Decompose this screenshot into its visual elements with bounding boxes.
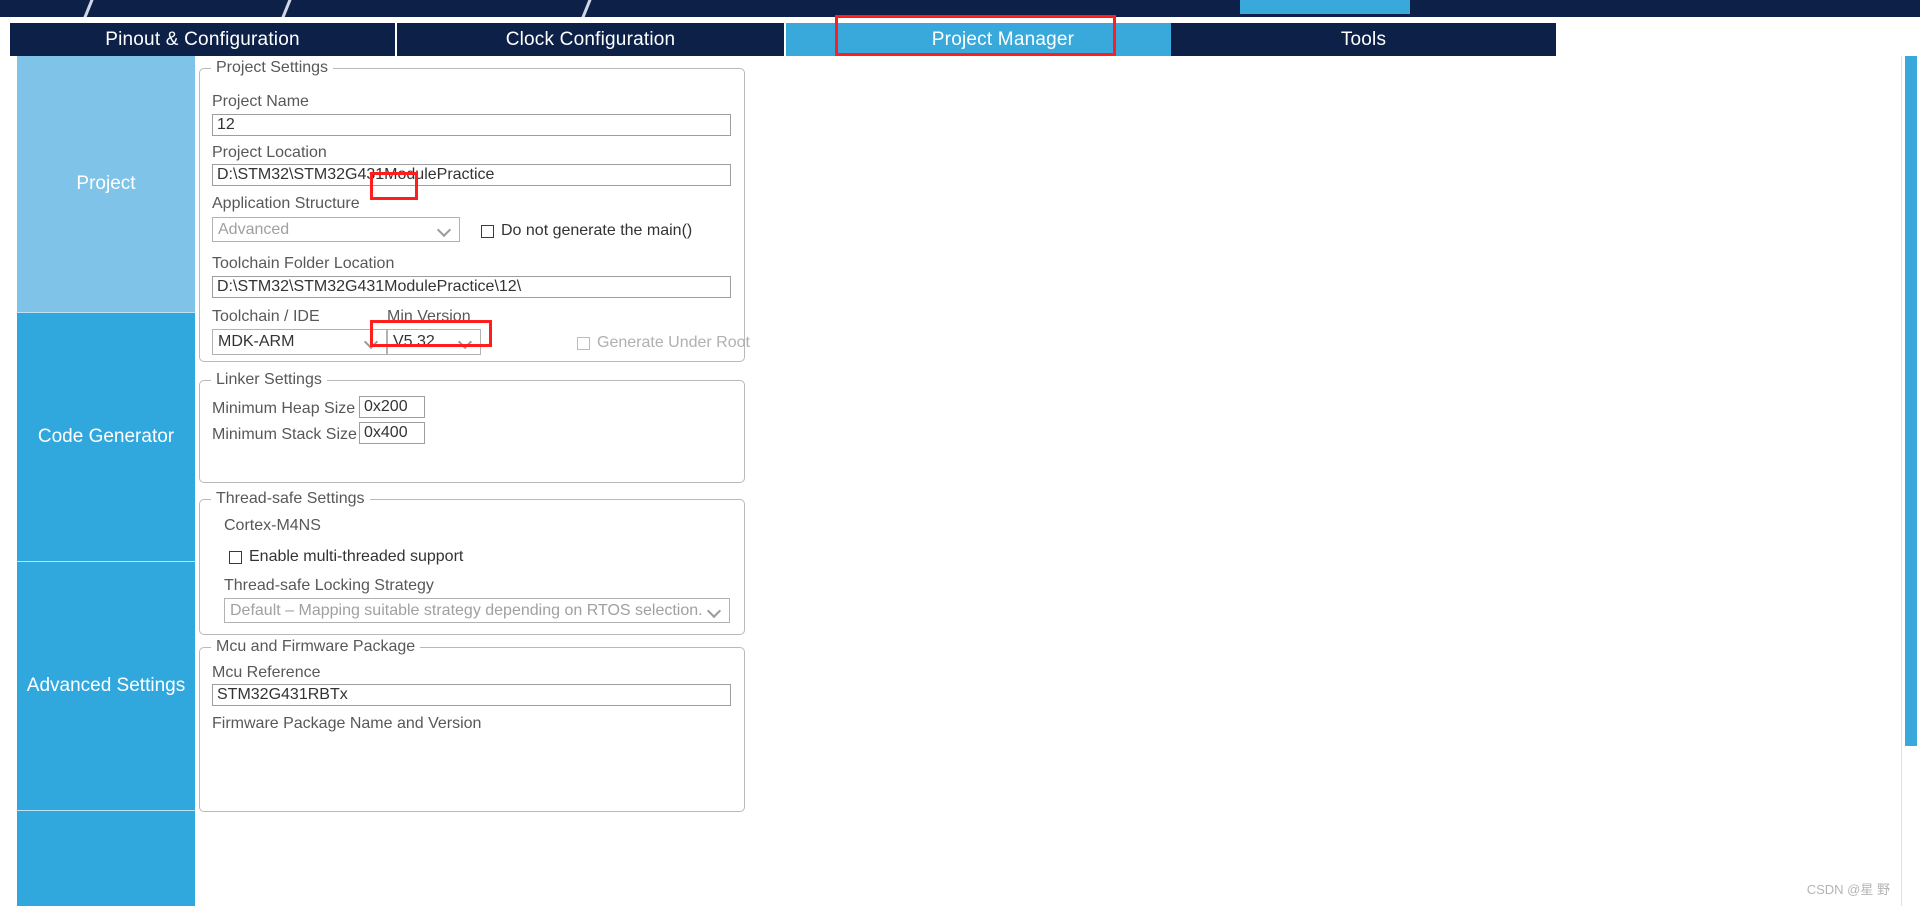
vertical-scrollbar-thumb[interactable] (1905, 56, 1917, 746)
combo-min-version-value: V5.32 (393, 333, 435, 350)
label-min-version: Min Version (387, 308, 471, 325)
group-legend-mcu-and-firmware-package: Mcu and Firmware Package (211, 638, 421, 656)
project-manager-sidebar: Project Code Generator Advanced Settings (17, 56, 195, 906)
group-thread-safe-settings: Thread-safe Settings Cortex-M4NS Enable … (199, 490, 745, 635)
window-chrome-strip (0, 0, 1920, 17)
tab-gap-filler (1113, 23, 1171, 56)
combo-toolchain-ide-value: MDK-ARM (218, 333, 295, 350)
chevron-down-icon (366, 336, 377, 347)
label-project-location: Project Location (212, 144, 327, 161)
input-toolchain-folder-location[interactable]: D:\STM32\STM32G431ModulePractice\12\ (212, 276, 731, 298)
checkbox-generate-under-root[interactable]: Generate Under Root (577, 334, 750, 352)
chevron-down-icon (439, 224, 450, 235)
project-settings-panel: Project Settings Project Name 12 Project… (195, 56, 1885, 906)
label-project-name: Project Name (212, 93, 309, 110)
body-area: Project Code Generator Advanced Settings… (0, 56, 1920, 906)
sidebar-item-advanced-settings[interactable]: Advanced Settings (17, 561, 195, 810)
chevron-down-icon (460, 336, 471, 347)
combo-application-structure-value: Advanced (218, 220, 290, 238)
label-firmware-package-name-and-version: Firmware Package Name and Version (212, 715, 482, 732)
sidebar-item-label: Code Generator (37, 426, 175, 447)
input-minimum-heap-size[interactable]: 0x200 (359, 396, 425, 418)
label-core-name: Cortex-M4NS (224, 517, 321, 534)
sidebar-item-label: Advanced Settings (26, 675, 186, 696)
label-minimum-stack-size: Minimum Stack Size (212, 426, 357, 443)
combo-toolchain-ide[interactable]: MDK-ARM (212, 329, 387, 355)
input-project-name[interactable]: 12 (212, 114, 731, 136)
tab-clock-configuration[interactable]: Clock Configuration (397, 23, 784, 56)
combo-thread-safe-locking-strategy[interactable]: Default – Mapping suitable strategy depe… (224, 598, 730, 623)
sidebar-item-label: Project (76, 173, 136, 194)
checkbox-box-icon (481, 224, 494, 238)
chrome-slash-icon (78, 0, 104, 17)
tab-gap-filler (786, 23, 835, 56)
checkbox-enable-multithreaded-support[interactable]: Enable multi-threaded support (229, 548, 463, 566)
group-project-settings: Project Settings Project Name 12 Project… (199, 59, 750, 362)
vertical-scrollbar[interactable] (1901, 56, 1920, 906)
sidebar-item-project[interactable]: Project (17, 56, 195, 312)
chrome-slash-icon (276, 0, 302, 17)
combo-min-version[interactable]: V5.32 (387, 329, 481, 355)
toolbar-active-chip[interactable] (1240, 0, 1410, 14)
tab-tools[interactable]: Tools (1171, 23, 1556, 56)
watermark: CSDN @星 野 (1806, 882, 1890, 897)
label-application-structure: Application Structure (212, 195, 360, 212)
input-mcu-reference[interactable]: STM32G431RBTx (212, 684, 731, 706)
checkbox-do-not-generate-main[interactable]: Do not generate the main() (481, 222, 692, 240)
main-tabbar: Pinout & Configuration Clock Configurati… (0, 17, 1920, 56)
checkbox-box-icon (577, 336, 590, 350)
chrome-slash-icon (576, 0, 602, 17)
label-mcu-reference: Mcu Reference (212, 664, 321, 681)
stm32cubemx-window: Pinout & Configuration Clock Configurati… (0, 0, 1920, 906)
checkbox-do-not-generate-main-label: Do not generate the main() (501, 222, 693, 239)
label-toolchain-ide: Toolchain / IDE (212, 308, 320, 325)
checkbox-enable-multithreaded-support-label: Enable multi-threaded support (249, 548, 464, 565)
checkbox-generate-under-root-label: Generate Under Root (597, 334, 750, 351)
sidebar-item-code-generator[interactable]: Code Generator (17, 312, 195, 561)
sidebar-item-empty[interactable] (17, 810, 195, 906)
input-minimum-stack-size[interactable]: 0x400 (359, 422, 425, 444)
combo-thread-safe-locking-strategy-value: Default – Mapping suitable strategy depe… (230, 601, 703, 619)
label-toolchain-folder-location: Toolchain Folder Location (212, 255, 395, 272)
input-project-location[interactable]: D:\STM32\STM32G431ModulePractice (212, 164, 731, 186)
combo-application-structure[interactable]: Advanced (212, 217, 460, 242)
checkbox-box-icon (229, 550, 242, 564)
label-minimum-heap-size: Minimum Heap Size (212, 400, 356, 417)
tab-pinout-configuration[interactable]: Pinout & Configuration (10, 23, 395, 56)
label-thread-safe-locking-strategy: Thread-safe Locking Strategy (224, 577, 434, 594)
chevron-down-icon (709, 605, 720, 616)
group-legend-linker-settings: Linker Settings (211, 371, 327, 389)
group-linker-settings: Linker Settings Minimum Heap Size 0x200 … (199, 371, 745, 483)
group-legend-project-settings: Project Settings (211, 59, 334, 77)
group-mcu-and-firmware-package: Mcu and Firmware Package Mcu Reference S… (199, 638, 745, 812)
group-legend-thread-safe-settings: Thread-safe Settings (211, 490, 370, 508)
